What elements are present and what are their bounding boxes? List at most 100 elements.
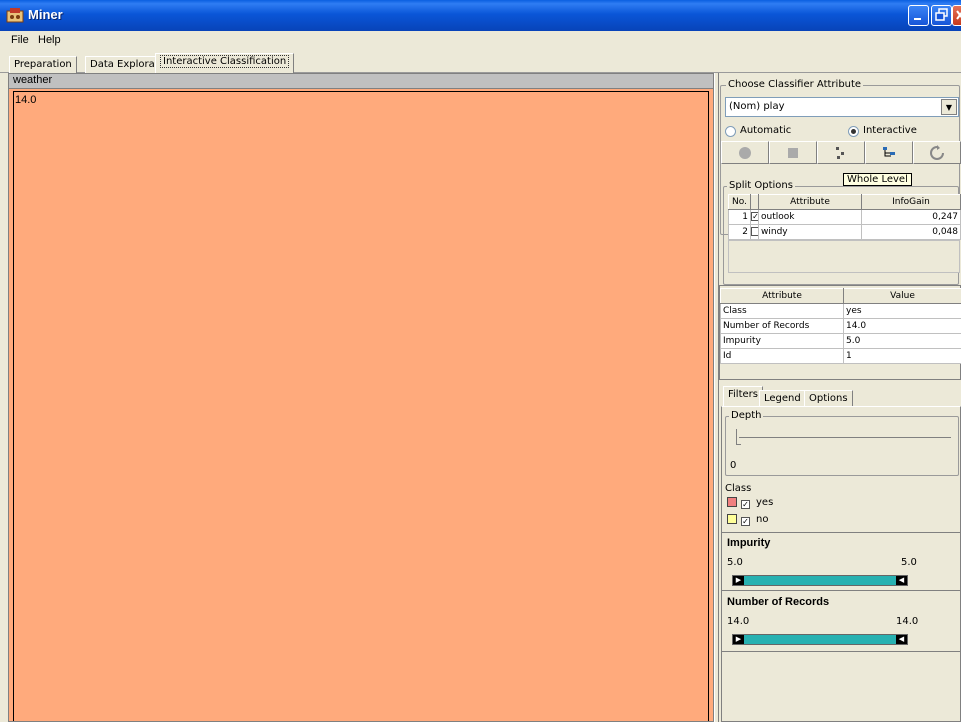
range-max-handle[interactable]: ◀ bbox=[896, 635, 907, 644]
tree-view-panel: weather 14.0 bbox=[8, 73, 714, 722]
interactive-label: Interactive bbox=[863, 125, 917, 136]
range-max-handle[interactable]: ◀ bbox=[896, 576, 907, 585]
class-no-label: no bbox=[756, 514, 769, 525]
info-attribute: Class bbox=[720, 303, 844, 319]
column-spacer bbox=[750, 194, 759, 210]
records-range-slider[interactable]: ▶ ◀ bbox=[732, 634, 908, 645]
tree-structure-icon[interactable] bbox=[865, 141, 913, 164]
control-panel: Choose Classifier Attribute (Nom) play ▼… bbox=[719, 73, 961, 722]
minimize-button[interactable] bbox=[908, 5, 929, 26]
tab-label: Filters bbox=[728, 389, 758, 400]
tree-root-node[interactable] bbox=[13, 91, 709, 721]
info-value: 1 bbox=[843, 348, 961, 364]
row-attribute: outlook bbox=[758, 209, 862, 225]
window-title: Miner bbox=[28, 7, 63, 22]
table-row[interactable]: Number of Records 14.0 bbox=[720, 318, 961, 334]
yes-checkbox[interactable]: ✓ bbox=[741, 497, 752, 510]
row-checkbox[interactable] bbox=[750, 224, 759, 240]
info-value: 5.0 bbox=[843, 333, 961, 349]
chevron-down-icon[interactable]: ▼ bbox=[941, 99, 957, 115]
depth-group bbox=[725, 416, 959, 476]
no-checkbox[interactable]: ✓ bbox=[741, 514, 752, 527]
info-value: yes bbox=[843, 303, 961, 319]
table-row[interactable]: 1 ✓ outlook 0,247 bbox=[728, 209, 961, 225]
yes-color-swatch bbox=[727, 497, 737, 507]
row-gain: 0,048 bbox=[861, 224, 961, 240]
split-table-empty-area bbox=[728, 240, 960, 273]
class-yes-label: yes bbox=[756, 497, 774, 508]
tab-filters[interactable]: Filters bbox=[723, 386, 763, 406]
column-header[interactable]: InfoGain bbox=[861, 194, 961, 210]
range-min-handle[interactable]: ▶ bbox=[733, 635, 744, 644]
impurity-label: Impurity bbox=[727, 537, 771, 549]
checkbox-checked-icon[interactable]: ✓ bbox=[741, 516, 750, 526]
impurity-range-slider[interactable]: ▶ ◀ bbox=[732, 575, 908, 586]
checkbox-unchecked-icon[interactable] bbox=[751, 227, 759, 236]
no-color-swatch bbox=[727, 514, 737, 524]
app-icon bbox=[6, 7, 24, 24]
depth-value: 0 bbox=[730, 460, 737, 471]
menu-help[interactable]: Help bbox=[38, 34, 61, 46]
tab-label: Preparation bbox=[14, 59, 72, 70]
table-row[interactable]: Class yes bbox=[720, 303, 961, 319]
depth-slider-thumb[interactable] bbox=[736, 429, 741, 445]
impurity-max: 5.0 bbox=[901, 557, 917, 568]
divider bbox=[722, 532, 960, 533]
column-header[interactable]: No. bbox=[728, 194, 751, 210]
tab-label: Legend bbox=[764, 393, 801, 404]
impurity-min: 5.0 bbox=[727, 557, 743, 568]
title-bar: Miner bbox=[0, 0, 961, 31]
whole-level-tooltip: Whole Level bbox=[843, 173, 912, 186]
records-label: Number of Records bbox=[727, 596, 830, 608]
classifier-select[interactable]: (Nom) play ▼ bbox=[725, 97, 959, 117]
records-min: 14.0 bbox=[727, 616, 750, 627]
row-checkbox[interactable]: ✓ bbox=[750, 209, 759, 225]
divider bbox=[722, 590, 960, 591]
play-button[interactable] bbox=[721, 141, 769, 164]
reset-icon[interactable] bbox=[913, 141, 961, 164]
main-tabs: Preparation Data Exploration Interactive… bbox=[0, 50, 961, 73]
interactive-radio[interactable] bbox=[848, 126, 859, 137]
menu-file[interactable]: File bbox=[11, 34, 29, 46]
node-info-table: Attribute Value Class yes Number of Recor… bbox=[720, 288, 961, 364]
row-gain: 0,247 bbox=[861, 209, 961, 225]
tree-title: weather bbox=[9, 74, 713, 89]
column-header[interactable]: Attribute bbox=[758, 194, 862, 210]
class-label: Class bbox=[725, 483, 752, 494]
tab-legend[interactable]: Legend bbox=[759, 390, 806, 407]
checkbox-checked-icon[interactable]: ✓ bbox=[741, 499, 750, 509]
tab-label: Options bbox=[809, 393, 848, 404]
tab-options[interactable]: Options bbox=[804, 390, 853, 407]
info-value: 14.0 bbox=[843, 318, 961, 334]
split-options-label: Split Options bbox=[727, 180, 795, 191]
tab-interactive-classification[interactable]: Interactive Classification bbox=[155, 53, 295, 73]
column-header[interactable]: Value bbox=[843, 288, 961, 304]
info-attribute: Number of Records bbox=[720, 318, 844, 334]
close-button[interactable] bbox=[952, 5, 961, 26]
grow-tree-icon[interactable] bbox=[817, 141, 865, 164]
automatic-label: Automatic bbox=[740, 125, 792, 136]
classifier-group-label: Choose Classifier Attribute bbox=[726, 79, 864, 90]
row-number: 2 bbox=[728, 224, 751, 240]
divider bbox=[722, 651, 960, 652]
depth-slider-track[interactable] bbox=[739, 437, 951, 438]
automatic-radio[interactable] bbox=[725, 126, 736, 137]
column-header[interactable]: Attribute bbox=[720, 288, 844, 304]
tab-label: Interactive Classification bbox=[160, 55, 290, 68]
tab-preparation[interactable]: Preparation bbox=[9, 56, 77, 73]
node-value: 14.0 bbox=[15, 94, 37, 106]
range-min-handle[interactable]: ▶ bbox=[733, 576, 744, 585]
table-row[interactable]: Id 1 bbox=[720, 348, 961, 364]
table-row[interactable]: Impurity 5.0 bbox=[720, 333, 961, 349]
info-attribute: Id bbox=[720, 348, 844, 364]
stop-button[interactable] bbox=[769, 141, 817, 164]
records-max: 14.0 bbox=[896, 616, 919, 627]
classifier-selected: (Nom) play bbox=[729, 101, 785, 112]
row-number: 1 bbox=[728, 209, 751, 225]
menu-bar: File Help bbox=[0, 31, 961, 50]
maximize-button[interactable] bbox=[931, 5, 952, 26]
row-attribute: windy bbox=[758, 224, 862, 240]
checkbox-checked-icon[interactable]: ✓ bbox=[751, 212, 759, 221]
depth-label: Depth bbox=[729, 410, 764, 421]
table-row[interactable]: 2 windy 0,048 bbox=[728, 224, 961, 240]
